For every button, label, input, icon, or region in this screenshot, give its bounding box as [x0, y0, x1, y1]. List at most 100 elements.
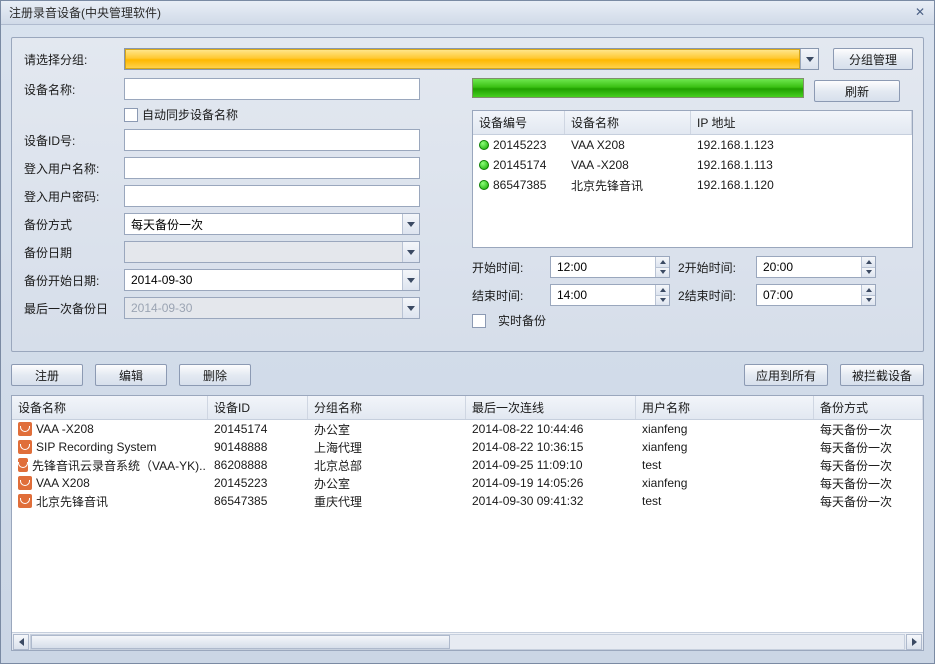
cell-group: 北京总部 — [308, 457, 466, 474]
cell-last: 2014-08-22 10:44:46 — [466, 422, 636, 436]
spin-down-icon[interactable] — [861, 268, 875, 278]
device-id-input[interactable] — [124, 129, 420, 151]
end-time2-spinner[interactable] — [756, 284, 876, 306]
device-list-row[interactable]: 20145223 VAA X208192.168.1.123 — [473, 135, 912, 155]
device-list-row[interactable]: 86547385北京先锋音讯192.168.1.120 — [473, 175, 912, 195]
last-backup-label: 最后一次备份日 — [22, 300, 124, 317]
titlebar: 注册录音设备(中央管理软件) ✕ — [1, 1, 934, 25]
end-time-spinner[interactable] — [550, 284, 670, 306]
spin-up-icon[interactable] — [861, 257, 875, 268]
spin-down-icon[interactable] — [861, 296, 875, 306]
form-panel: 请选择分组: 分组管理 设备名称: 自动同步设备名称 设备ID号: — [11, 37, 924, 352]
chevron-down-icon[interactable] — [402, 270, 419, 290]
start-time2-spinner[interactable] — [756, 256, 876, 278]
cell-ip: 192.168.1.123 — [691, 138, 912, 152]
cell-id: 86547385 — [208, 494, 308, 508]
login-user-input[interactable] — [124, 157, 420, 179]
start-time-spinner[interactable] — [550, 256, 670, 278]
col-device-id[interactable]: 设备编号 — [473, 111, 565, 134]
register-button[interactable]: 注册 — [11, 364, 83, 386]
col-group[interactable]: 分组名称 — [308, 396, 466, 419]
backup-date-label: 备份日期 — [22, 244, 124, 261]
grid-row[interactable]: SIP Recording System90148888上海代理2014-08-… — [12, 438, 923, 456]
col-device-name[interactable]: 设备名称 — [565, 111, 691, 134]
backup-start-date[interactable] — [124, 269, 420, 291]
cell-last: 2014-08-22 10:36:15 — [466, 440, 636, 454]
spin-up-icon[interactable] — [655, 257, 669, 268]
status-dot-icon — [479, 160, 489, 170]
scroll-right-icon[interactable] — [906, 634, 922, 650]
grid-row[interactable]: 先锋音讯云录音系统（VAA-YK)..86208888北京总部2014-09-2… — [12, 456, 923, 474]
end-time-label: 结束时间: — [472, 287, 542, 304]
login-pwd-label: 登入用户密码: — [22, 188, 124, 205]
start-time2-label: 2开始时间: — [678, 259, 748, 276]
cell-ip: 192.168.1.120 — [691, 178, 912, 192]
spin-down-icon[interactable] — [655, 268, 669, 278]
device-list-row[interactable]: 20145174VAA -X208192.168.1.113 — [473, 155, 912, 175]
cell-name: 先锋音讯云录音系统（VAA-YK).. — [32, 457, 206, 474]
end-time2-label: 2结束时间: — [678, 287, 748, 304]
cell-id: 20145223 — [208, 476, 308, 490]
window-title: 注册录音设备(中央管理软件) — [9, 4, 161, 21]
cell-user: xianfeng — [636, 440, 814, 454]
delete-button[interactable]: 删除 — [179, 364, 251, 386]
device-id-label: 设备ID号: — [22, 132, 124, 149]
close-icon[interactable]: ✕ — [912, 5, 928, 21]
chevron-down-icon[interactable] — [402, 214, 419, 234]
cell-group: 上海代理 — [308, 439, 466, 456]
cell-id: 20145174 — [493, 158, 546, 172]
col-backup[interactable]: 备份方式 — [814, 396, 923, 419]
cell-backup: 每天备份一次 — [814, 439, 923, 456]
phone-icon — [18, 476, 32, 490]
cell-user: test — [636, 494, 814, 508]
horizontal-scrollbar[interactable] — [12, 632, 923, 650]
chevron-down-icon — [402, 298, 419, 318]
main-window: 注册录音设备(中央管理软件) ✕ 请选择分组: 分组管理 设备名称: 自动同步设… — [0, 0, 935, 664]
cell-id: 86208888 — [208, 458, 308, 472]
cell-last: 2014-09-19 14:05:26 — [466, 476, 636, 490]
col-id[interactable]: 设备ID — [208, 396, 308, 419]
auto-sync-checkbox[interactable] — [124, 108, 138, 122]
cell-backup: 每天备份一次 — [814, 457, 923, 474]
cell-name: 北京先锋音讯 — [36, 493, 108, 510]
col-ip[interactable]: IP 地址 — [691, 111, 912, 134]
progress-bar — [472, 78, 804, 98]
grid-row[interactable]: VAA -X20820145174办公室2014-08-22 10:44:46x… — [12, 420, 923, 438]
realtime-backup-checkbox[interactable] — [472, 314, 486, 328]
scroll-thumb[interactable] — [31, 635, 450, 649]
cell-id: 20145223 — [493, 138, 546, 152]
device-name-input[interactable] — [124, 78, 420, 100]
device-list-table: 设备编号 设备名称 IP 地址 20145223VAA X208192.168.… — [472, 110, 913, 248]
apply-all-button[interactable]: 应用到所有 — [744, 364, 828, 386]
backup-mode-combobox[interactable] — [124, 213, 420, 235]
spin-up-icon[interactable] — [861, 285, 875, 296]
blocked-devices-button[interactable]: 被拦截设备 — [840, 364, 924, 386]
cell-last: 2014-09-25 11:09:10 — [466, 458, 636, 472]
phone-icon — [18, 440, 32, 454]
registered-devices-grid: 设备名称 设备ID 分组名称 最后一次连线 用户名称 备份方式 VAA -X20… — [11, 395, 924, 651]
col-name[interactable]: 设备名称 — [12, 396, 208, 419]
spin-up-icon[interactable] — [655, 285, 669, 296]
cell-name: VAA -X208 — [36, 422, 94, 436]
spin-down-icon[interactable] — [655, 296, 669, 306]
scroll-track[interactable] — [30, 634, 905, 650]
login-pwd-input[interactable] — [124, 185, 420, 207]
phone-icon — [18, 422, 32, 436]
status-dot-icon — [479, 140, 489, 150]
cell-name: VAA X208 — [565, 138, 691, 152]
col-user[interactable]: 用户名称 — [636, 396, 814, 419]
scroll-left-icon[interactable] — [13, 634, 29, 650]
cell-group: 办公室 — [308, 421, 466, 438]
grid-row[interactable]: VAA X20820145223办公室2014-09-19 14:05:26xi… — [12, 474, 923, 492]
chevron-down-icon[interactable] — [402, 242, 419, 262]
grid-row[interactable]: 北京先锋音讯86547385重庆代理2014-09-30 09:41:32tes… — [12, 492, 923, 510]
edit-button[interactable]: 编辑 — [95, 364, 167, 386]
cell-name: 北京先锋音讯 — [565, 177, 691, 194]
col-last[interactable]: 最后一次连线 — [466, 396, 636, 419]
backup-date-combobox[interactable] — [124, 241, 420, 263]
cell-group: 办公室 — [308, 475, 466, 492]
cell-user: test — [636, 458, 814, 472]
phone-icon — [18, 494, 32, 508]
refresh-button[interactable]: 刷新 — [814, 80, 900, 102]
phone-icon — [18, 458, 28, 472]
